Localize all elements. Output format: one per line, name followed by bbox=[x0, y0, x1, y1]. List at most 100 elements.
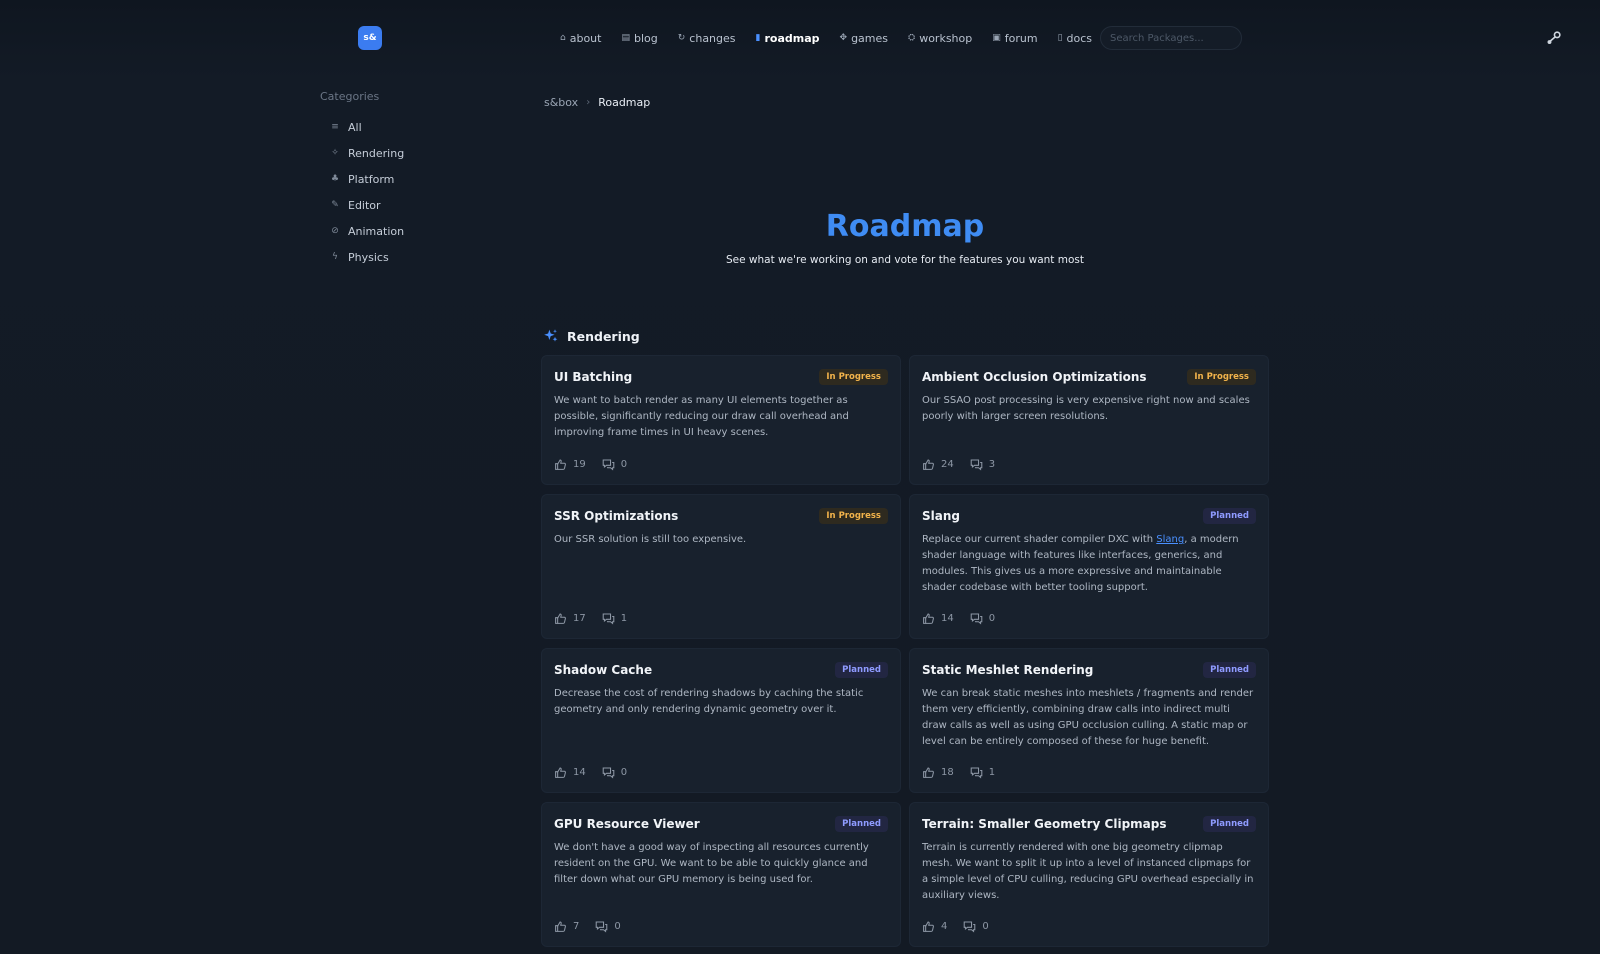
comments-button[interactable]: 0 bbox=[963, 920, 989, 933]
nav-about[interactable]: ⌂ about bbox=[560, 32, 601, 45]
nav-docs[interactable]: ▯ docs bbox=[1058, 32, 1092, 45]
forum-icon: ▣ bbox=[992, 33, 1001, 43]
vote-count: 7 bbox=[573, 921, 580, 932]
upvote-button[interactable]: 7 bbox=[554, 920, 579, 933]
roadmap-card[interactable]: GPU Resource Viewer Planned We don't hav… bbox=[541, 802, 901, 947]
upvote-button[interactable]: 18 bbox=[922, 766, 954, 779]
status-badge: Planned bbox=[1203, 816, 1256, 832]
animation-icon: ⊘ bbox=[331, 226, 339, 236]
bolt-icon: ϟ bbox=[332, 252, 338, 262]
platform-icon: ♣ bbox=[330, 174, 340, 184]
category-editor[interactable]: ✎ Editor bbox=[320, 192, 480, 218]
docs-icon: ▯ bbox=[1057, 33, 1063, 43]
breadcrumb: s&box › Roadmap bbox=[544, 96, 650, 109]
thumbs-up-icon bbox=[923, 921, 934, 932]
nav-changes[interactable]: ↻ changes bbox=[678, 32, 736, 45]
vote-count: 14 bbox=[573, 767, 586, 778]
roadmap-card[interactable]: Static Meshlet Rendering Planned We can … bbox=[909, 648, 1269, 793]
games-icon: ✥ bbox=[839, 33, 848, 43]
sbox-logo[interactable]: s& bbox=[358, 26, 382, 50]
comments-button[interactable]: 0 bbox=[970, 612, 995, 625]
roadmap-icon: ▮ bbox=[755, 33, 761, 43]
categories-sidebar: Categories ≡ All ✧ Rendering ♣ Platform ✎ Ed… bbox=[320, 90, 480, 270]
comment-icon bbox=[602, 613, 615, 625]
chevron-right-icon: › bbox=[586, 97, 591, 108]
card-title: Static Meshlet Rendering bbox=[922, 663, 1094, 677]
sparkle-icon: ✧ bbox=[331, 148, 339, 158]
section-header-rendering: Rendering bbox=[543, 328, 640, 344]
comment-count: 0 bbox=[988, 613, 996, 624]
vote-count: 18 bbox=[941, 767, 954, 778]
comments-button[interactable]: 0 bbox=[602, 458, 627, 471]
upvote-button[interactable]: 19 bbox=[554, 458, 586, 471]
upvote-button[interactable]: 17 bbox=[554, 612, 586, 625]
comment-count: 0 bbox=[620, 459, 628, 470]
upvote-button[interactable]: 14 bbox=[554, 766, 586, 779]
thumbs-up-icon bbox=[555, 459, 566, 470]
card-title: GPU Resource Viewer bbox=[554, 817, 700, 831]
nav-roadmap[interactable]: ▮ roadmap bbox=[756, 32, 820, 45]
card-description: Terrain is currently rendered with one b… bbox=[922, 842, 1254, 901]
roadmap-card[interactable]: Ambient Occlusion Optimizations In Progr… bbox=[909, 355, 1269, 485]
comment-icon bbox=[970, 613, 983, 625]
nav-forum[interactable]: ▣ forum bbox=[992, 32, 1037, 45]
comments-button[interactable]: 1 bbox=[602, 612, 627, 625]
thumbs-up-icon bbox=[555, 767, 566, 778]
card-title: Terrain: Smaller Geometry Clipmaps bbox=[922, 817, 1167, 831]
roadmap-card[interactable]: UI Batching In Progress We want to batch… bbox=[541, 355, 901, 485]
comments-button[interactable]: 0 bbox=[595, 920, 621, 933]
card-description: We don't have a good way of inspecting a… bbox=[554, 842, 869, 885]
vote-count: 14 bbox=[941, 613, 954, 624]
status-badge: In Progress bbox=[1187, 369, 1256, 385]
nav-games[interactable]: ✥ games bbox=[840, 32, 888, 45]
category-rendering[interactable]: ✧ Rendering bbox=[320, 140, 480, 166]
changes-icon: ↻ bbox=[677, 33, 686, 43]
nav-blog[interactable]: ▤ blog bbox=[621, 32, 657, 45]
comments-button[interactable]: 3 bbox=[970, 458, 995, 471]
comment-icon bbox=[970, 459, 983, 471]
status-badge: Planned bbox=[1203, 508, 1256, 524]
comment-count: 0 bbox=[982, 921, 989, 932]
card-title: Shadow Cache bbox=[554, 663, 653, 677]
card-title: UI Batching bbox=[554, 370, 633, 384]
upvote-button[interactable]: 14 bbox=[922, 612, 954, 625]
search-packages-input[interactable] bbox=[1100, 26, 1242, 50]
comment-icon bbox=[602, 459, 615, 471]
status-badge: In Progress bbox=[819, 369, 888, 385]
comment-count: 0 bbox=[614, 921, 621, 932]
breadcrumb-root-link[interactable]: s&box bbox=[544, 96, 578, 109]
card-description: We want to batch render as many UI eleme… bbox=[554, 395, 849, 438]
vote-count: 17 bbox=[573, 613, 586, 624]
slang-link[interactable]: Slang bbox=[1156, 534, 1184, 545]
blog-icon: ▤ bbox=[621, 33, 630, 43]
top-navbar: s& ⌂ about ▤ blog ↻ changes ▮ roadmap ✥ games… bbox=[0, 0, 1600, 76]
roadmap-card[interactable]: Terrain: Smaller Geometry Clipmaps Plann… bbox=[909, 802, 1269, 947]
vote-count: 4 bbox=[941, 921, 948, 932]
status-badge: In Progress bbox=[819, 508, 888, 524]
upvote-button[interactable]: 4 bbox=[922, 920, 947, 933]
nav-workshop[interactable]: ⛭ workshop bbox=[908, 32, 972, 45]
breadcrumb-current: Roadmap bbox=[598, 96, 651, 109]
category-platform[interactable]: ♣ Platform bbox=[320, 166, 480, 192]
steam-icon[interactable] bbox=[1545, 29, 1563, 47]
comment-icon bbox=[970, 767, 983, 779]
sparkle-icon bbox=[544, 329, 558, 342]
card-description: Our SSAO post processing is very expensi… bbox=[922, 395, 1250, 422]
comment-count: 1 bbox=[988, 767, 996, 778]
comment-count: 3 bbox=[988, 459, 996, 470]
comment-icon bbox=[964, 921, 976, 933]
comments-button[interactable]: 1 bbox=[970, 766, 995, 779]
roadmap-card[interactable]: Shadow Cache Planned Decrease the cost o… bbox=[541, 648, 901, 793]
roadmap-card[interactable]: SSR Optimizations In Progress Our SSR so… bbox=[541, 494, 901, 639]
comments-button[interactable]: 0 bbox=[602, 766, 627, 779]
categories-title: Categories bbox=[320, 90, 380, 103]
roadmap-grid: UI Batching In Progress We want to batch… bbox=[541, 355, 1270, 954]
workshop-icon: ⛭ bbox=[908, 33, 916, 43]
vote-count: 24 bbox=[941, 459, 954, 470]
status-badge: Planned bbox=[835, 816, 888, 832]
category-all[interactable]: ≡ All bbox=[320, 114, 480, 140]
upvote-button[interactable]: 24 bbox=[922, 458, 954, 471]
category-physics[interactable]: ϟ Physics bbox=[320, 244, 480, 270]
roadmap-card[interactable]: Slang Planned Replace our current shader… bbox=[909, 494, 1269, 639]
category-animation[interactable]: ⊘ Animation bbox=[320, 218, 480, 244]
